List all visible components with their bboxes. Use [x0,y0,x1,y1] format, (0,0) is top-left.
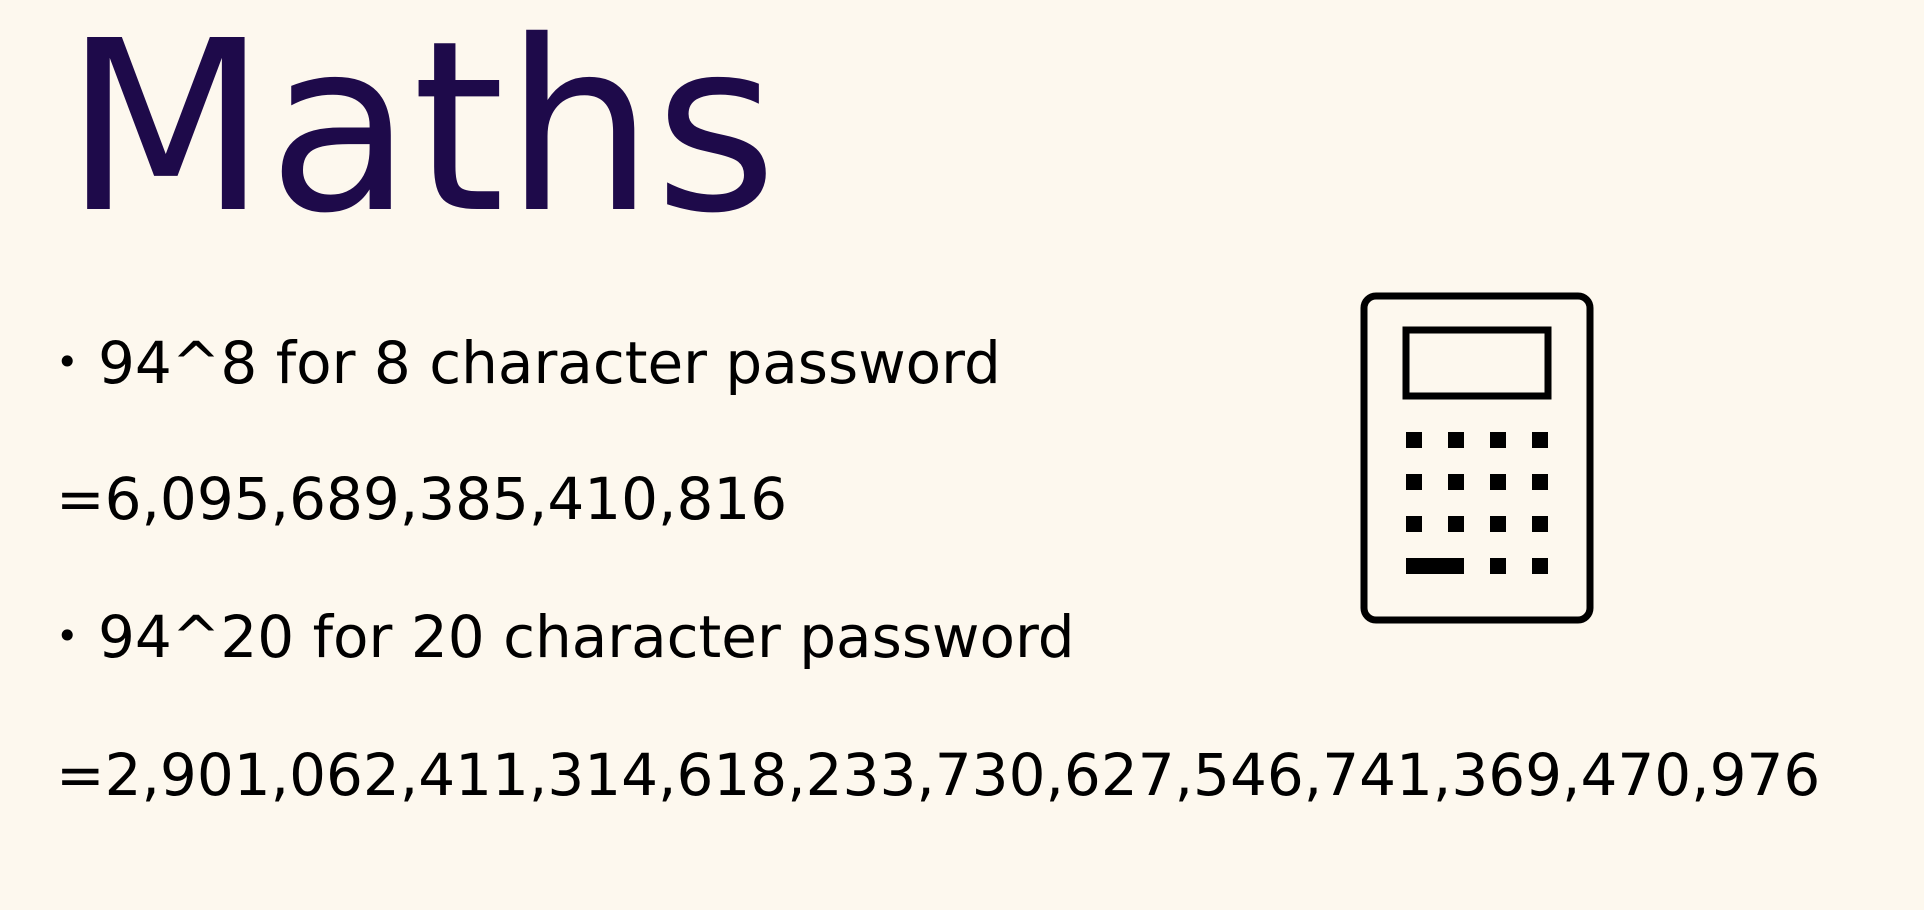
result-text: =6,095,689,385,410,816 [56,465,788,533]
result-text: =2,901,062,411,314,618,233,730,627,546,7… [56,741,1821,809]
slide-title: Maths [64,0,778,265]
bullet-text: 94^8 for 8 character password [98,329,1001,397]
result-line: =6,095,689,385,410,816 [56,470,787,528]
bullet-text: 94^20 for 20 character password [98,603,1075,671]
bullet-item: • 94^20 for 20 character password [56,608,1075,666]
bullet-item: • 94^8 for 8 character password [56,334,1001,392]
slide: Maths • 94^8 for 8 character password =6,… [0,0,1924,910]
calculator-icon [1360,292,1594,624]
bullet-dot: • [56,614,79,658]
result-line: =2,901,062,411,314,618,233,730,627,546,7… [56,746,1820,804]
bullet-dot: • [56,340,79,384]
